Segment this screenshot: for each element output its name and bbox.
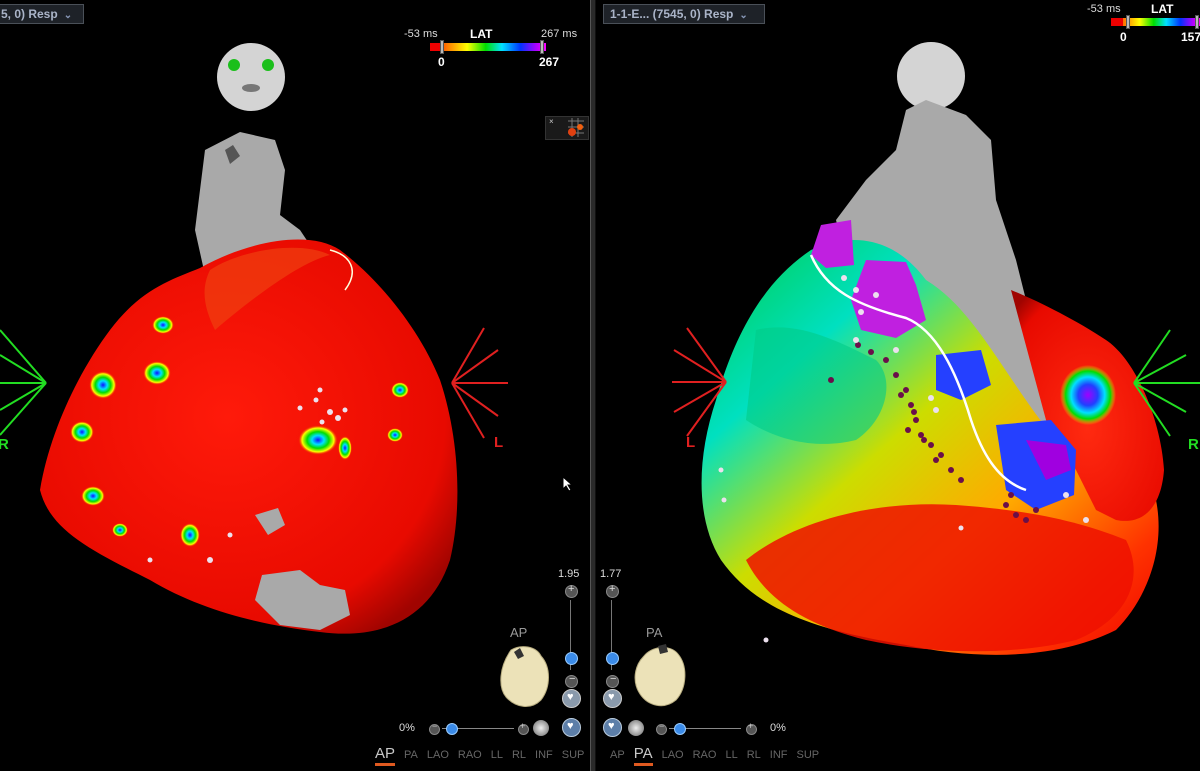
heart-orientation-icon[interactable] [496,642,556,712]
zoom-in-button[interactable]: + [565,583,578,598]
view-tabs: AP PA LAO RAO LL RL INF SUP [375,745,590,766]
heart-view-button[interactable]: ♥ [603,718,622,737]
tab-rao[interactable]: RAO [458,749,482,761]
heart-icon: ♥ [567,720,574,732]
tab-rl[interactable]: RL [747,749,761,761]
tab-ap[interactable]: AP [610,749,625,761]
left-map-viewport[interactable]: 5, 0) Resp ⌄ -53 ms LAT 267 ms 0 267 × R… [0,0,590,771]
heart-icon: ♥ [608,720,615,732]
zoom-in-button[interactable]: + [606,583,619,598]
opacity-decrease-button[interactable]: − [656,721,667,735]
opacity-increase-button[interactable]: + [746,721,757,735]
plus-icon: + [520,721,526,731]
opacity-slider-thumb[interactable] [674,723,686,735]
tab-inf[interactable]: INF [535,749,553,761]
orientation-right-letter: L [494,434,504,451]
tab-ll[interactable]: LL [725,749,737,761]
zoom-out-button[interactable]: − [606,673,619,688]
plus-icon: + [748,721,754,731]
camera-button[interactable] [628,720,644,736]
tab-pa[interactable]: PA [633,745,653,766]
tab-lao[interactable]: LAO [427,749,449,761]
tab-rl[interactable]: RL [512,749,526,761]
zoom-out-icon: − [610,673,617,685]
face-icon [217,43,285,111]
tab-rao[interactable]: RAO [693,749,717,761]
tab-pa[interactable]: PA [404,749,418,761]
heart-view-button[interactable]: ♥ [562,689,581,708]
zoom-slider-thumb[interactable] [565,652,578,665]
opacity-decrease-button[interactable]: − [429,721,440,735]
tab-ap[interactable]: AP [375,745,396,766]
tab-inf[interactable]: INF [770,749,788,761]
heart-view-button[interactable]: ♥ [603,689,622,708]
tab-ll[interactable]: LL [491,749,503,761]
heart-orientation-icon[interactable] [632,642,692,712]
zoom-in-icon: + [609,583,616,595]
view-label: PA [646,625,663,640]
view-tabs: AP PA LAO RAO LL RL INF SUP [610,745,828,766]
opacity-value: 0% [770,722,786,734]
minus-icon: − [432,721,438,731]
zoom-in-icon: + [568,583,575,595]
minus-icon: − [659,721,665,731]
zoom-slider-thumb[interactable] [606,652,619,665]
tab-sup[interactable]: SUP [797,749,820,761]
opacity-slider-thumb[interactable] [446,723,458,735]
orientation-left-letter: L [686,434,696,451]
opacity-increase-button[interactable]: + [518,721,529,735]
zoom-out-button[interactable]: − [565,673,578,688]
heart-icon: ♥ [567,691,574,703]
zoom-value: 1.95 [558,568,580,580]
zoom-out-icon: − [569,673,576,685]
heart-icon: ♥ [608,691,615,703]
tab-sup[interactable]: SUP [562,749,585,761]
camera-button[interactable] [533,720,549,736]
heart-view-button[interactable]: ♥ [562,718,581,737]
cursor-icon [562,476,574,492]
orientation-right-letter: R [1188,436,1199,453]
face-icon [897,42,965,110]
orientation-arrow-icon [0,329,47,436]
zoom-value: 1.77 [600,568,622,580]
opacity-value: 0% [399,722,415,734]
tab-lao[interactable]: LAO [662,749,684,761]
view-label: AP [510,625,528,640]
right-map-viewport[interactable]: 1-1-E... (7545, 0) Resp ⌄ -53 ms LAT 0 15… [596,0,1200,771]
orientation-arrow-icon [451,327,508,439]
orientation-left-letter: R [0,436,9,453]
